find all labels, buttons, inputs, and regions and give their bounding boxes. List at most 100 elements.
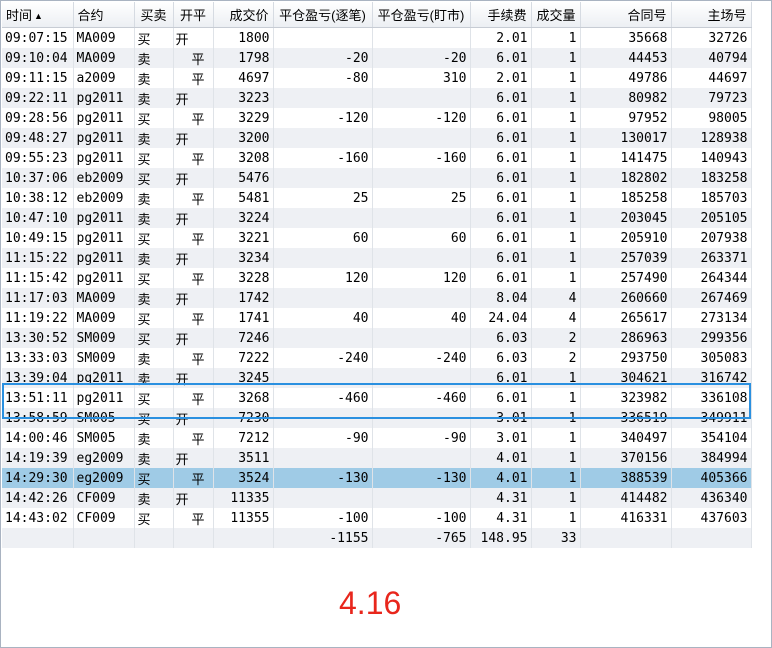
table-row[interactable]: 09:10:04 MA009 卖平 1798 -20 -20 6.01 1 44453 40794 bbox=[2, 48, 752, 68]
cell-contract-no: 97952 bbox=[580, 108, 672, 128]
table-row[interactable]: 09:11:15 a2009 卖平 4697 -80 310 2.01 1 49786 44697 bbox=[2, 68, 752, 88]
cell-open-close: 平 bbox=[173, 108, 214, 128]
cell-price: 3234 bbox=[213, 248, 274, 268]
table-row[interactable]: 09:55:23 pg2011 买平 3208 -160 -160 6.01 1 141475 1… bbox=[2, 148, 752, 168]
cell-fee: 6.01 bbox=[470, 108, 532, 128]
cell-fee: 24.04 bbox=[470, 308, 532, 328]
cell-exchange-no: 437603 bbox=[671, 508, 752, 528]
totals-spacer bbox=[173, 528, 214, 548]
cell-open-close: 开 bbox=[173, 368, 214, 388]
cell-contract-no: 416331 bbox=[580, 508, 672, 528]
table-row[interactable]: 11:19:22 MA009 买平 1741 40 40 24.04 4 265617 27313… bbox=[2, 308, 752, 328]
table-row[interactable]: 14:00:46 SM005 卖平 7212 -90 -90 3.01 1 340497 3541… bbox=[2, 428, 752, 448]
cell-contract-no: 265617 bbox=[580, 308, 672, 328]
cell-fee: 6.03 bbox=[470, 348, 532, 368]
cell-qty: 1 bbox=[531, 108, 581, 128]
cell-qty: 1 bbox=[531, 128, 581, 148]
cell-time: 11:15:42 bbox=[2, 268, 74, 288]
cell-contract: CF009 bbox=[73, 508, 135, 528]
cell-contract: eg2009 bbox=[73, 448, 135, 468]
cell-qty: 1 bbox=[531, 268, 581, 288]
cell-contract: pg2011 bbox=[73, 228, 135, 248]
col-header-time[interactable]: 时间 ▲ bbox=[2, 2, 74, 28]
col-header-contract-no[interactable]: 合同号 bbox=[580, 2, 672, 28]
table-row[interactable]: 09:48:27 pg2011 卖开 3200 6.01 1 130017 128938 bbox=[2, 128, 752, 148]
cell-side: 买 bbox=[134, 168, 174, 188]
cell-pnl-mtm bbox=[372, 368, 471, 388]
cell-qty: 1 bbox=[531, 388, 581, 408]
cell-price: 11355 bbox=[213, 508, 274, 528]
cell-qty: 1 bbox=[531, 68, 581, 88]
table-row[interactable]: 13:51:11 pg2011 买平 3268 -460 -460 6.01 1 323982 3… bbox=[2, 388, 752, 408]
cell-time: 09:07:15 bbox=[2, 27, 74, 48]
cell-side: 卖 bbox=[134, 428, 174, 448]
cell-price: 5476 bbox=[213, 168, 274, 188]
cell-pnl-trade bbox=[273, 448, 373, 468]
cell-contract-no: 130017 bbox=[580, 128, 672, 148]
table-row[interactable]: 11:15:22 pg2011 卖开 3234 6.01 1 257039 263371 bbox=[2, 248, 752, 268]
col-header-contract[interactable]: 合约 bbox=[73, 2, 135, 28]
cell-exchange-no: 128938 bbox=[671, 128, 752, 148]
cell-exchange-no: 205105 bbox=[671, 208, 752, 228]
cell-contract-no: 205910 bbox=[580, 228, 672, 248]
cell-price: 3245 bbox=[213, 368, 274, 388]
cell-pnl-trade: -460 bbox=[273, 388, 373, 408]
cell-open-close: 平 bbox=[173, 468, 214, 488]
table-row[interactable]: 13:58:59 SM005 买开 7230 3.01 1 336519 349911 bbox=[2, 408, 752, 428]
cell-open-close: 开 bbox=[173, 448, 214, 468]
table-row[interactable]: 14:29:30 eg2009 买平 3524 -130 -130 4.01 1 388539 4… bbox=[2, 468, 752, 488]
table-row[interactable]: 10:49:15 pg2011 买平 3221 60 60 6.01 1 205910 20793… bbox=[2, 228, 752, 248]
table-row[interactable]: 10:38:12 eb2009 卖平 5481 25 25 6.01 1 185258 18570… bbox=[2, 188, 752, 208]
totals-spacer bbox=[73, 528, 135, 548]
cell-contract-no: 323982 bbox=[580, 388, 672, 408]
col-header-pnl-trade[interactable]: 平仓盈亏(逐笔) bbox=[273, 2, 373, 28]
table-row[interactable]: 14:42:26 CF009 卖开 11335 4.31 1 414482 436340 bbox=[2, 488, 752, 508]
table-row[interactable]: 14:19:39 eg2009 卖开 3511 4.01 1 370156 384994 bbox=[2, 448, 752, 468]
cell-qty: 1 bbox=[531, 508, 581, 528]
cell-fee: 6.01 bbox=[470, 208, 532, 228]
cell-pnl-trade bbox=[273, 328, 373, 348]
table-row[interactable]: 10:37:06 eb2009 买开 5476 6.01 1 182802 183258 bbox=[2, 168, 752, 188]
cell-time: 09:55:23 bbox=[2, 148, 74, 168]
col-header-pnl-mtm[interactable]: 平仓盈亏(盯市) bbox=[372, 2, 471, 28]
col-header-fee[interactable]: 手续费 bbox=[470, 2, 532, 28]
table-row[interactable]: 09:07:15 MA009 买开 1800 2.01 1 35668 32726 bbox=[2, 27, 752, 48]
col-header-open-close[interactable]: 开平 bbox=[173, 2, 214, 28]
cell-price: 1798 bbox=[213, 48, 274, 68]
table-row[interactable]: 09:28:56 pg2011 买平 3229 -120 -120 6.01 1 97952 98… bbox=[2, 108, 752, 128]
cell-pnl-mtm bbox=[372, 88, 471, 108]
cell-qty: 1 bbox=[531, 448, 581, 468]
cell-time: 09:48:27 bbox=[2, 128, 74, 148]
cell-price: 3221 bbox=[213, 228, 274, 248]
cell-contract: SM009 bbox=[73, 348, 135, 368]
sort-ascending-icon: ▲ bbox=[34, 11, 43, 21]
cell-price: 3200 bbox=[213, 128, 274, 148]
cell-pnl-trade bbox=[273, 288, 373, 308]
table-row[interactable]: 11:17:03 MA009 卖开 1742 8.04 4 260660 267469 bbox=[2, 288, 752, 308]
cell-pnl-trade bbox=[273, 208, 373, 228]
cell-side: 买 bbox=[134, 148, 174, 168]
col-header-exchange-no[interactable]: 主场号 bbox=[671, 2, 752, 28]
cell-pnl-trade bbox=[273, 248, 373, 268]
cell-pnl-trade bbox=[273, 408, 373, 428]
col-header-qty[interactable]: 成交量 bbox=[531, 2, 581, 28]
cell-contract: eg2009 bbox=[73, 468, 135, 488]
table-row[interactable]: 10:47:10 pg2011 卖开 3224 6.01 1 203045 205105 bbox=[2, 208, 752, 228]
cell-side: 卖 bbox=[134, 48, 174, 68]
cell-qty: 1 bbox=[531, 428, 581, 448]
cell-side: 买 bbox=[134, 408, 174, 428]
table-row[interactable]: 14:43:02 CF009 买平 11355 -100 -100 4.31 1 416331 4… bbox=[2, 508, 752, 528]
cell-contract-no: 257490 bbox=[580, 268, 672, 288]
cell-pnl-mtm: -120 bbox=[372, 108, 471, 128]
cell-pnl-mtm: 310 bbox=[372, 68, 471, 88]
table-row[interactable]: 13:39:04 pg2011 卖开 3245 6.01 1 304621 316742 bbox=[2, 368, 752, 388]
totals-row: -1155 -765 148.95 33 bbox=[2, 528, 752, 548]
col-header-price[interactable]: 成交价 bbox=[213, 2, 274, 28]
cell-qty: 1 bbox=[531, 228, 581, 248]
table-row[interactable]: 13:33:03 SM009 卖平 7222 -240 -240 6.03 2 293750 30… bbox=[2, 348, 752, 368]
table-row[interactable]: 13:30:52 SM009 买开 7246 6.03 2 286963 299356 bbox=[2, 328, 752, 348]
table-row[interactable]: 11:15:42 pg2011 买平 3228 120 120 6.01 1 257490 264… bbox=[2, 268, 752, 288]
col-header-side[interactable]: 买卖 bbox=[134, 2, 174, 28]
table-row[interactable]: 09:22:11 pg2011 卖开 3223 6.01 1 80982 79723 bbox=[2, 88, 752, 108]
cell-time: 13:33:03 bbox=[2, 348, 74, 368]
